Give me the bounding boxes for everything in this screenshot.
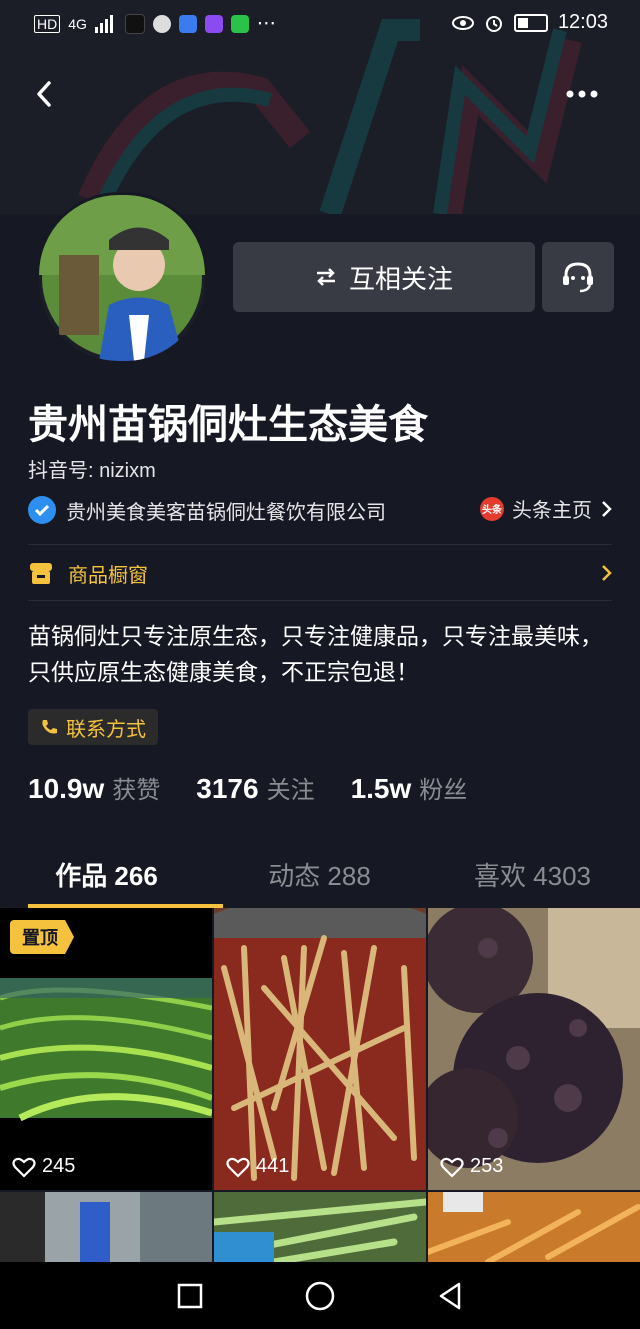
orange-pickles-image [428,1192,640,1262]
profile-name: 贵州苗锅侗灶生态美食 [28,403,428,447]
message-button[interactable] [542,242,614,312]
douyin-id[interactable]: 抖音号: nizixm [28,454,156,483]
divider [28,600,612,601]
video-thumbnail[interactable]: 441 [214,908,426,1190]
toutiao-label: 头条主页 [512,500,592,522]
more-notifs-icon: ⋯ [256,13,276,34]
mutual-follow-label: 互相关注 [348,263,453,294]
swap-arrows-icon [316,268,335,286]
tab-works[interactable]: 作品 266 [0,842,223,908]
avatar-photo [39,195,205,361]
profile-bio: 苗锅侗灶只专注原生态，只专注健康品，只专注最美味，只供应原生态健康美食，不正宗包… [28,623,603,685]
signal-icon [94,14,113,33]
toutiao-homepage-link[interactable]: 头条 头条主页 [480,494,612,523]
product-showcase-row[interactable]: 商品橱窗 [28,554,612,592]
video-thumbnail[interactable] [214,1192,426,1262]
video-thumbnail[interactable]: 置顶 245 [0,908,212,1190]
qq-notif-icon [152,14,171,33]
hd-icon: HD [34,14,61,33]
jar-on-table-image [0,1192,212,1262]
status-icons-left: HD 4G ⋯ [34,12,276,35]
chevron-left-icon [37,81,51,107]
stat-likes[interactable]: 10.9w 获赞 [28,770,160,805]
status-bar: HD 4G ⋯ 12:03 [0,0,640,48]
network-indicator: 4G [68,15,87,32]
home-button[interactable] [304,1280,336,1312]
tiktok-notif-icon [124,13,145,34]
video-thumbnail[interactable]: 253 [428,908,640,1190]
contact-label: 联系方式 [66,718,146,741]
verified-check-icon [28,496,56,524]
back-button[interactable] [20,70,68,118]
video-notif-icon [204,14,223,33]
headset-icon [563,262,593,293]
recents-button[interactable] [176,1282,204,1310]
mutual-follow-button[interactable]: 互相关注 [233,242,535,312]
profile-stats: 10.9w 获赞 3176 关注 1.5w 粉丝 [28,770,467,805]
phone-icon [42,720,57,734]
system-nav-bar [0,1262,640,1329]
tab-likes[interactable]: 喜欢 4303 [426,842,639,906]
chevron-right-icon [602,500,612,517]
back-nav-button[interactable] [436,1281,464,1311]
heart-icon [440,1157,464,1178]
alarm-icon [485,15,502,32]
green-vegetables-image [214,1198,426,1262]
divider [28,544,612,545]
status-icons-right: 12:03 [451,11,608,34]
tab-posts[interactable]: 动态 288 [213,842,426,906]
shop-label: 商品橱窗 [68,564,148,587]
battery-icon [513,13,548,32]
status-time: 12:03 [557,11,608,33]
stat-followers[interactable]: 1.5w 粉丝 [351,770,468,805]
video-like-count: 253 [440,1155,503,1178]
heart-icon [12,1157,36,1178]
pinned-badge: 置顶 [10,920,74,954]
contact-info-button[interactable]: 联系方式 [28,709,158,745]
content-tabs: 作品 266 动态 288 喜欢 4303 [0,842,640,908]
chevron-right-icon [602,565,612,581]
verified-org-name: 贵州美食美客苗锅侗灶餐饮有限公司 [66,501,386,524]
app-notif-icon [178,14,197,33]
more-options-button[interactable] [558,70,606,118]
video-like-count: 245 [12,1155,75,1178]
dark-fungus-image [428,908,640,1168]
wechat-notif-icon [230,14,249,33]
toutiao-logo-icon: 头条 [480,496,504,521]
more-dots-icon [566,90,598,98]
pickled-bamboo-image [214,908,426,1190]
avatar[interactable] [36,192,208,364]
eye-comfort-icon [451,15,474,30]
video-thumbnail[interactable] [0,1192,212,1262]
shop-icon [30,563,52,584]
video-like-count: 441 [226,1155,289,1178]
stat-following[interactable]: 3176 关注 [196,770,314,805]
heart-icon [226,1157,250,1178]
video-thumbnail[interactable] [428,1192,640,1262]
